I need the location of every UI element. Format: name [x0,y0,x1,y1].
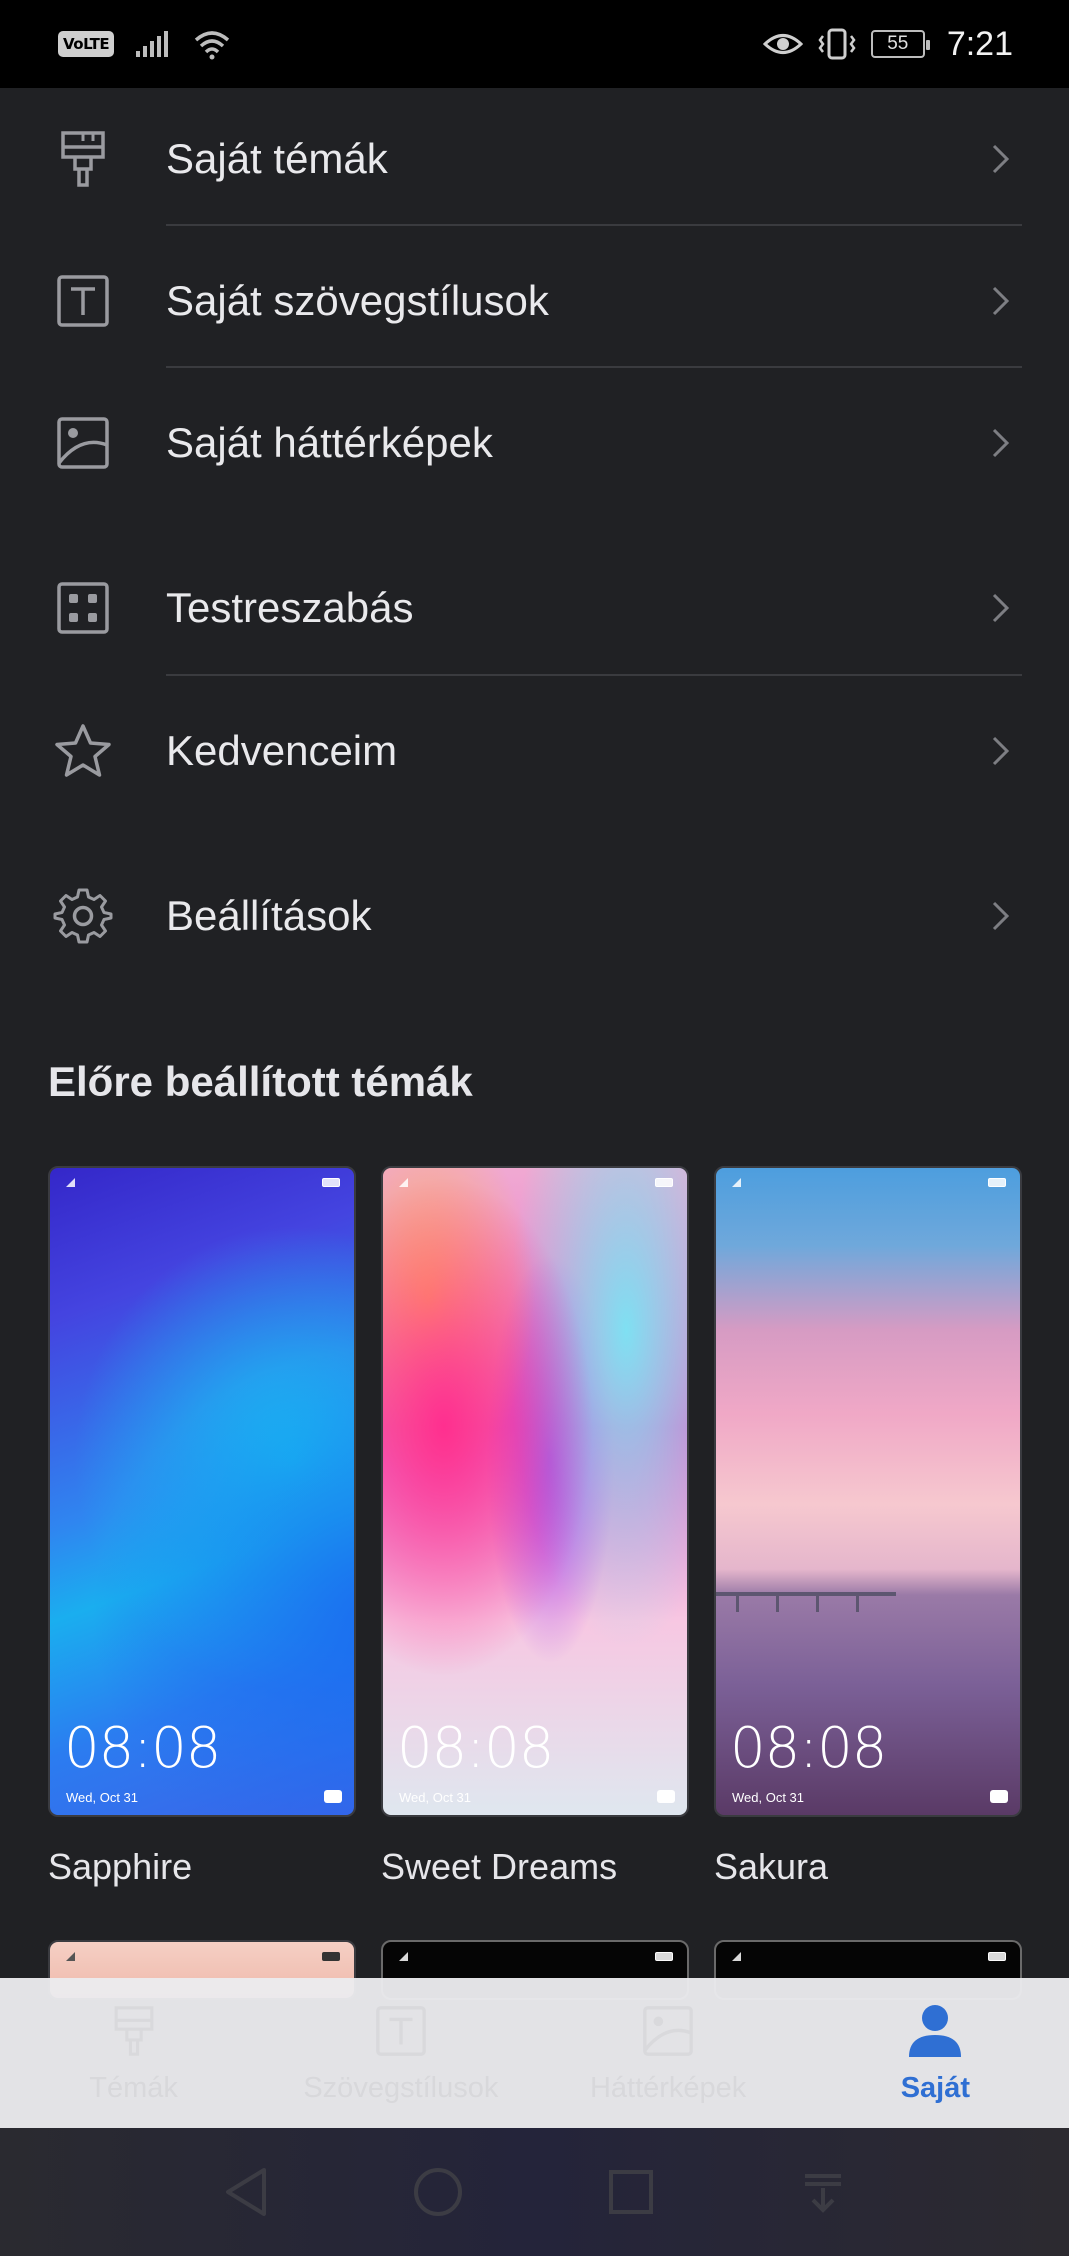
tab-label: Témák [89,2072,178,2104]
battery-icon [322,1952,340,1961]
battery-icon [322,1178,340,1187]
grid-customize-icon [52,577,114,639]
menu-item-my-themes[interactable]: Saját témák [0,88,1069,230]
signal-icon [66,1952,75,1961]
theme-card-sweet-dreams[interactable]: 08:08 Wed, Oct 31 [381,1166,689,1817]
preview-date: Wed, Oct 31 [732,1790,805,1805]
signal-icon [399,1178,408,1187]
tab-mine[interactable]: Saját [802,1978,1069,2128]
signal-icon [66,1178,75,1187]
home-icon[interactable] [408,2162,468,2222]
star-icon [52,720,114,782]
tab-label: Szövegstílusok [303,2072,499,2104]
preview-time: 08:08 [730,1716,887,1781]
camera-icon [990,1790,1008,1803]
battery-icon [655,1178,673,1187]
signal-icon [732,1178,741,1187]
volte-icon: VoLTE [58,31,115,57]
menu-item-settings[interactable]: Beállítások [0,845,1069,987]
gear-icon [52,885,114,947]
person-icon [904,2000,966,2062]
system-nav-bar [0,2128,1069,2256]
paint-roller-icon [103,2000,165,2062]
menu-item-label: Saját háttérképek [166,419,493,466]
section-title-presets: Előre beállított témák [48,1058,473,1105]
theme-card-sapphire[interactable]: 08:08 Wed, Oct 31 [48,1166,356,1817]
divider [166,224,1022,226]
battery-icon [988,1178,1006,1187]
text-box-icon [52,270,114,332]
menu-item-favorites[interactable]: Kedvenceim [0,680,1069,822]
chevron-right-icon [992,901,1010,931]
signal-icon [136,31,169,57]
signal-icon [399,1952,408,1961]
menu-item-label: Beállítások [166,892,372,939]
clock: 7:21 [946,24,1013,63]
tab-wallpapers[interactable]: Háttérképek [535,1978,802,2128]
theme-card-sakura[interactable]: 08:08 Wed, Oct 31 [714,1166,1022,1817]
tab-label: Saját [900,2072,971,2104]
theme-name: Sapphire [48,1846,193,1887]
menu-item-label: Saját témák [166,135,388,182]
text-box-icon [370,2000,432,2062]
picture-icon [637,2000,699,2062]
preview-date: Wed, Oct 31 [66,1790,139,1805]
menu-item-label: Testreszabás [166,584,414,631]
battery-icon [655,1952,673,1961]
chevron-right-icon [992,428,1010,458]
divider [166,674,1022,676]
preview-time: 08:08 [397,1716,554,1781]
chevron-right-icon [992,593,1010,623]
notification-pull-icon[interactable] [793,2162,853,2222]
recents-icon[interactable] [601,2162,661,2222]
menu-item-my-wallpapers[interactable]: Saját háttérképek [0,372,1069,514]
tab-text-styles[interactable]: Szövegstílusok [267,1978,534,2128]
menu-item-label: Kedvenceim [166,727,398,774]
status-bar: VoLTE 55 7:21 [0,0,1069,88]
menu-item-label: Saját szövegstílusok [166,277,549,324]
wifi-icon [195,31,230,60]
status-right: 55 7:21 [762,24,1013,64]
camera-icon [324,1790,342,1803]
status-left: VoLTE [58,28,232,60]
divider [166,366,1022,368]
menu-item-customize[interactable]: Testreszabás [0,537,1069,679]
chevron-right-icon [992,736,1010,766]
picture-icon [52,412,114,474]
vibrate-icon [818,28,856,60]
camera-icon [657,1790,675,1803]
signal-icon [732,1952,741,1961]
tab-themes[interactable]: Témák [0,1978,267,2128]
theme-name: Sakura [714,1846,829,1887]
bottom-nav: Témák Szövegstílusok Háttérképek Saját [0,1978,1069,2128]
chevron-right-icon [992,144,1010,174]
menu-item-my-text-styles[interactable]: Saját szövegstílusok [0,230,1069,372]
back-icon[interactable] [216,2162,276,2222]
preview-time: 08:08 [64,1716,221,1781]
paint-roller-icon [52,128,114,190]
preview-date: Wed, Oct 31 [399,1790,472,1805]
chevron-right-icon [992,286,1010,316]
battery-icon: 55 [870,30,930,58]
theme-name: Sweet Dreams [381,1846,618,1887]
eye-comfort-icon [762,34,803,54]
tab-label: Háttérképek [589,2072,747,2104]
battery-icon [988,1952,1006,1961]
pier-illustration [716,1592,896,1612]
